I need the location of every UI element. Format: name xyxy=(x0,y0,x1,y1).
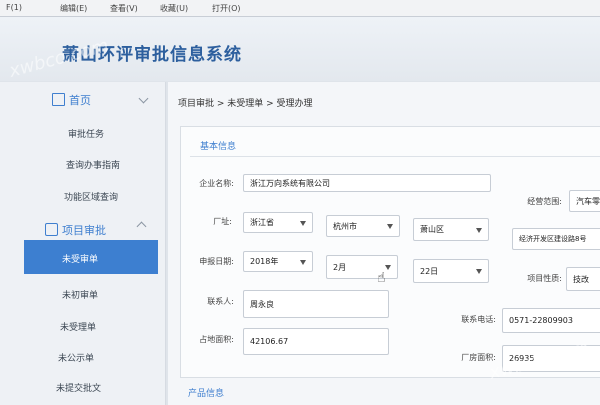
company-label: 企业名称: xyxy=(199,179,234,188)
province-value: 浙江省 xyxy=(250,218,274,227)
city-select[interactable]: 杭州市 xyxy=(326,215,400,237)
chevron-down-icon xyxy=(300,259,306,265)
address-detail-field[interactable]: 经济开发区建设路8号 xyxy=(512,228,600,250)
sidebar-group-home[interactable]: 首页 xyxy=(52,92,91,108)
chevron-down-icon xyxy=(476,227,482,233)
mouse-cursor-icon: ☝ xyxy=(377,270,386,286)
section-title-basic: 基本信息 xyxy=(200,142,237,152)
date-label: 申报日期: xyxy=(199,257,234,266)
chevron-down-icon xyxy=(300,220,306,226)
sidebar-item-pending-first-review[interactable]: 未初审单 xyxy=(62,288,98,301)
sidebar-item-zone-query[interactable]: 功能区域查询 xyxy=(64,190,118,203)
approval-icon xyxy=(45,223,58,236)
year-value: 2018年 xyxy=(250,257,279,266)
menu-item-file[interactable]: F(1) xyxy=(6,3,22,12)
nature-label: 项目性质: xyxy=(527,274,562,283)
city-value: 杭州市 xyxy=(333,221,357,231)
chevron-down-icon xyxy=(387,224,393,229)
chevron-down-icon xyxy=(476,269,482,274)
month-value: 2月 xyxy=(333,262,347,272)
project-nature-select[interactable]: 技改 xyxy=(566,267,600,291)
factory-area-label: 厂房面积: xyxy=(461,353,496,362)
nature-value: 技改 xyxy=(573,274,589,284)
district-value: 萧山区 xyxy=(420,225,444,234)
contact-person-field[interactable]: 周永良 xyxy=(243,290,389,318)
section-divider xyxy=(190,156,600,157)
chevron-down-icon xyxy=(385,265,391,270)
business-scope-field[interactable]: 汽车零 xyxy=(569,190,600,212)
phone-label: 联系电话: xyxy=(461,315,496,324)
breadcrumb: 项目审批 > 未受理单 > 受理办理 xyxy=(178,99,313,109)
contact-label: 联系人: xyxy=(207,297,234,306)
year-select[interactable]: 2018年 xyxy=(243,251,313,272)
province-select[interactable]: 浙江省 xyxy=(243,212,313,233)
sidebar-group-project-approval[interactable]: 项目审批 xyxy=(45,222,106,238)
sidebar-item-approval-tasks[interactable]: 审批任务 xyxy=(68,127,104,140)
month-select[interactable]: 2月 xyxy=(326,255,398,279)
browser-menubar: F(1) 编辑(E) 查看(V) 收藏(U) 打开(O) xyxy=(0,0,600,17)
sidebar-item-pending-approval-doc[interactable]: 未提交批文 xyxy=(56,381,101,394)
sidebar-item-guide-query[interactable]: 查询办事指南 xyxy=(66,158,120,171)
home-icon xyxy=(52,93,65,106)
sidebar-group-home-label: 首页 xyxy=(69,94,91,107)
sidebar-item-pending-accept[interactable]: 未受审单 xyxy=(24,240,158,274)
section-title-product: 产品信息 xyxy=(188,389,225,399)
sidebar-item-pending-acceptance[interactable]: 未受理单 xyxy=(60,320,96,333)
sidebar-item-label: 未受审单 xyxy=(62,255,99,265)
company-name-field[interactable]: 浙江万向系统有限公司 xyxy=(243,174,491,192)
menu-item-view[interactable]: 查看(V) xyxy=(110,3,138,14)
sidebar-group-approval-label: 项目审批 xyxy=(62,224,106,237)
address-label: 厂址: xyxy=(213,217,232,226)
day-select[interactable]: 22日 xyxy=(413,259,489,283)
menu-item-favorites[interactable]: 收藏(U) xyxy=(160,3,188,14)
land-area-field[interactable]: 42106.67 xyxy=(243,328,389,355)
contact-phone-field[interactable]: 0571-22809903 xyxy=(502,308,600,333)
scope-label: 经营范围: xyxy=(527,197,562,206)
menu-item-open[interactable]: 打开(O) xyxy=(212,3,241,14)
day-value: 22日 xyxy=(420,266,439,276)
menu-item-edit[interactable]: 编辑(E) xyxy=(60,3,87,14)
land-area-label: 占地面积: xyxy=(199,335,234,344)
sidebar-item-pending-publicity[interactable]: 未公示单 xyxy=(58,351,94,364)
district-select[interactable]: 萧山区 xyxy=(413,218,489,241)
